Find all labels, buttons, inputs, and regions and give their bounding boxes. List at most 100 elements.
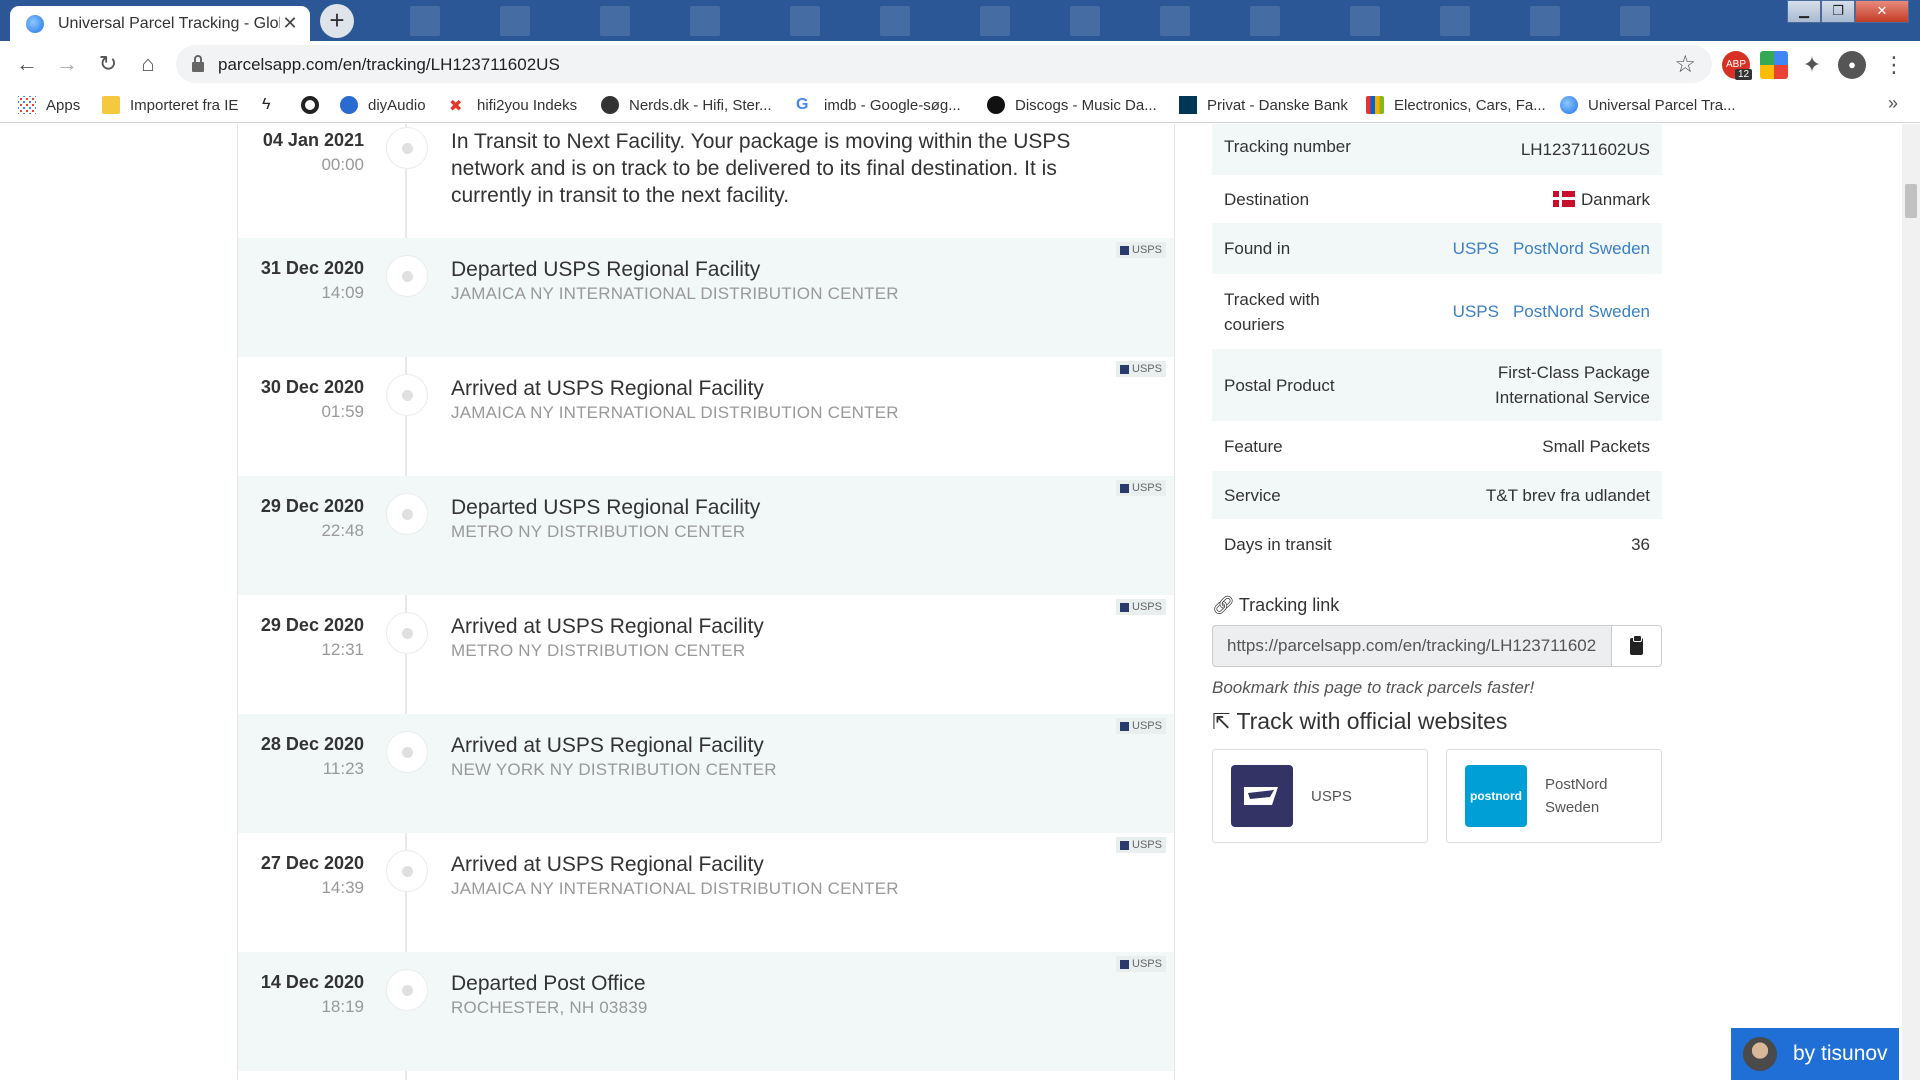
forward-button[interactable]: → — [52, 49, 82, 79]
home-button[interactable]: ⌂ — [133, 49, 163, 79]
minimize-window-button[interactable]: ▁ — [1787, 0, 1821, 23]
maximize-window-button[interactable]: ❐ — [1821, 0, 1855, 23]
target-icon — [301, 96, 319, 114]
usps-mini-icon — [1120, 959, 1130, 969]
browser-menu-icon[interactable]: ⋮ — [1880, 51, 1908, 79]
tracking-event: 30 Dec 2020 01:59 Arrived at USPS Regional… — [238, 357, 1174, 476]
event-location: JAMAICA NY INTERNATIONAL DISTRIBUTION CE… — [451, 403, 899, 422]
close-window-button[interactable]: ✕ — [1855, 0, 1909, 23]
bookmark-danske-bank[interactable]: Privat - Danske Bank — [1179, 96, 1348, 114]
carrier-tag-label: USPS — [1132, 958, 1162, 970]
clipboard-icon — [1630, 634, 1643, 655]
bookmark-diyaudio[interactable]: diyAudio — [340, 96, 426, 114]
timeline-dot-icon — [386, 731, 428, 773]
days-in-transit-value: 36 — [1631, 534, 1650, 554]
timeline-dot-icon — [386, 969, 428, 1011]
tracked-with-postnord-link[interactable]: PostNord Sweden — [1513, 302, 1650, 321]
extensions-puzzle-icon[interactable]: ✦ — [1798, 51, 1826, 79]
bookmark-icon-only-2[interactable] — [301, 96, 329, 114]
found-in-usps-link[interactable]: USPS — [1453, 239, 1499, 258]
author-badge[interactable]: by tisunov — [1731, 1028, 1899, 1080]
event-status: Arrived at USPS Regional Facility — [451, 734, 764, 757]
detail-feature: Feature Small Packets — [1212, 421, 1662, 471]
bookmark-label: Universal Parcel Tra... — [1588, 96, 1736, 114]
bookmark-label: Importeret fra IE — [130, 96, 239, 114]
bookmark-hint: Bookmark this page to track parcels fast… — [1212, 678, 1535, 697]
carrier-tag-label: USPS — [1132, 363, 1162, 375]
event-time: 01:59 — [321, 402, 364, 421]
extension-badge: 12 — [1735, 69, 1753, 80]
author-badge-label: by tisunov — [1793, 1042, 1888, 1065]
event-time: 14:39 — [321, 878, 364, 897]
postnord-card-label: PostNord Sweden — [1545, 776, 1608, 816]
carrier-tag: USPS — [1116, 956, 1166, 972]
detail-label: Tracking number — [1224, 137, 1351, 156]
bookmark-nerds[interactable]: Nerds.dk - Hifi, Ster... — [601, 96, 772, 114]
globe-icon — [1560, 96, 1578, 114]
address-url[interactable]: parcelsapp.com/en/tracking/LH123711602US — [218, 55, 560, 75]
event-status: In Transit to Next Facility. Your packag… — [451, 130, 1071, 207]
browser-tab-strip: Universal Parcel Tracking - Globa ✕ + ▁ … — [0, 0, 1920, 41]
timeline-dot-icon — [386, 127, 428, 169]
bookmark-icon-only-1[interactable]: ϟ — [262, 96, 290, 114]
browser-toolbar: ← → ↻ ⌂ parcelsapp.com/en/tracking/LH123… — [0, 41, 1920, 87]
bookmark-ebay[interactable]: Electronics, Cars, Fa... — [1366, 96, 1546, 114]
browser-tab[interactable]: Universal Parcel Tracking - Globa ✕ — [10, 6, 310, 41]
usps-mini-icon — [1120, 483, 1130, 493]
timeline-dot-icon — [386, 255, 428, 297]
usps-website-card[interactable]: USPS — [1212, 749, 1428, 843]
found-in-postnord-link[interactable]: PostNord Sweden — [1513, 239, 1650, 258]
denmark-flag-icon — [1553, 190, 1576, 207]
close-tab-icon[interactable]: ✕ — [280, 13, 300, 34]
detail-label: Found in — [1224, 239, 1291, 258]
profile-avatar-icon[interactable]: ● — [1838, 51, 1866, 79]
event-date: 29 Dec 2020 — [260, 615, 364, 635]
tracked-with-usps-link[interactable]: USPS — [1453, 302, 1499, 321]
carrier-tag: USPS — [1116, 837, 1166, 853]
event-date: 30 Dec 2020 — [260, 377, 364, 397]
event-date: 31 Dec 2020 — [260, 258, 364, 278]
carrier-tag-label: USPS — [1132, 601, 1162, 613]
bookmarks-overflow-icon[interactable]: » — [1888, 93, 1898, 114]
scrollbar-thumb[interactable] — [1905, 184, 1917, 218]
reload-button[interactable]: ↻ — [93, 49, 123, 79]
postnord-website-card[interactable]: postnord PostNord Sweden — [1446, 749, 1662, 843]
tracking-link-input[interactable] — [1213, 626, 1611, 666]
carrier-tag-label: USPS — [1132, 839, 1162, 851]
bookmark-parcels[interactable]: Universal Parcel Tra... — [1560, 96, 1736, 114]
bookmark-label: Nerds.dk - Hifi, Ster... — [629, 96, 772, 114]
detail-tracked-with: Tracked with couriers USPS PostNord Swede… — [1212, 274, 1662, 349]
usps-mini-icon — [1120, 840, 1130, 850]
bookmark-apps[interactable]: Apps — [18, 96, 80, 114]
event-location: JAMAICA NY INTERNATIONAL DISTRIBUTION CE… — [451, 284, 899, 303]
link-icon: 🔗︎ — [1212, 595, 1235, 615]
event-date: 04 Jan 2021 — [262, 130, 364, 150]
event-status: Departed USPS Regional Facility — [451, 258, 761, 281]
tracking-event: 29 Dec 2020 12:31 Arrived at USPS Regional… — [238, 595, 1174, 714]
new-tab-button[interactable]: + — [320, 4, 354, 38]
copy-link-button[interactable] — [1611, 626, 1661, 666]
event-location: JAMAICA NY INTERNATIONAL DISTRIBUTION CE… — [451, 879, 899, 898]
shopping-bag-icon — [1366, 96, 1384, 114]
bookmark-star-icon[interactable]: ☆ — [1674, 50, 1696, 79]
bookmark-hifi2you[interactable]: ✖ hifi2you Indeks — [449, 96, 577, 116]
page-scrollbar[interactable] — [1902, 124, 1920, 1080]
usps-mini-icon — [1120, 602, 1130, 612]
bookmark-label: diyAudio — [368, 96, 426, 114]
address-bar[interactable]: parcelsapp.com/en/tracking/LH123711602US… — [176, 45, 1712, 83]
event-date: 14 Dec 2020 — [260, 972, 364, 992]
detail-label: Days in transit — [1224, 534, 1332, 554]
tracking-event: 27 Dec 2020 14:39 Arrived at USPS Regional… — [238, 833, 1174, 952]
tracking-link-label: 🔗︎ Tracking link — [1212, 595, 1339, 616]
event-location: METRO NY DISTRIBUTION CENTER — [451, 641, 746, 660]
bookmark-discogs[interactable]: Discogs - Music Da... — [987, 96, 1157, 114]
bookmark-imdb-google[interactable]: G imdb - Google-søg... — [796, 96, 961, 114]
bookmark-label: Apps — [46, 96, 81, 114]
destination-value: Danmark — [1581, 189, 1650, 209]
back-button[interactable]: ← — [12, 49, 42, 79]
bookmark-folder-ie[interactable]: Importeret fra IE — [102, 96, 238, 114]
carrier-tag-label: USPS — [1132, 482, 1162, 494]
tracking-event: 14 Dec 2020 18:19 Departed Post Office ROCH… — [238, 952, 1174, 1071]
google-extension-icon[interactable] — [1760, 51, 1788, 79]
event-location: NEW YORK NY DISTRIBUTION CENTER — [451, 760, 777, 779]
